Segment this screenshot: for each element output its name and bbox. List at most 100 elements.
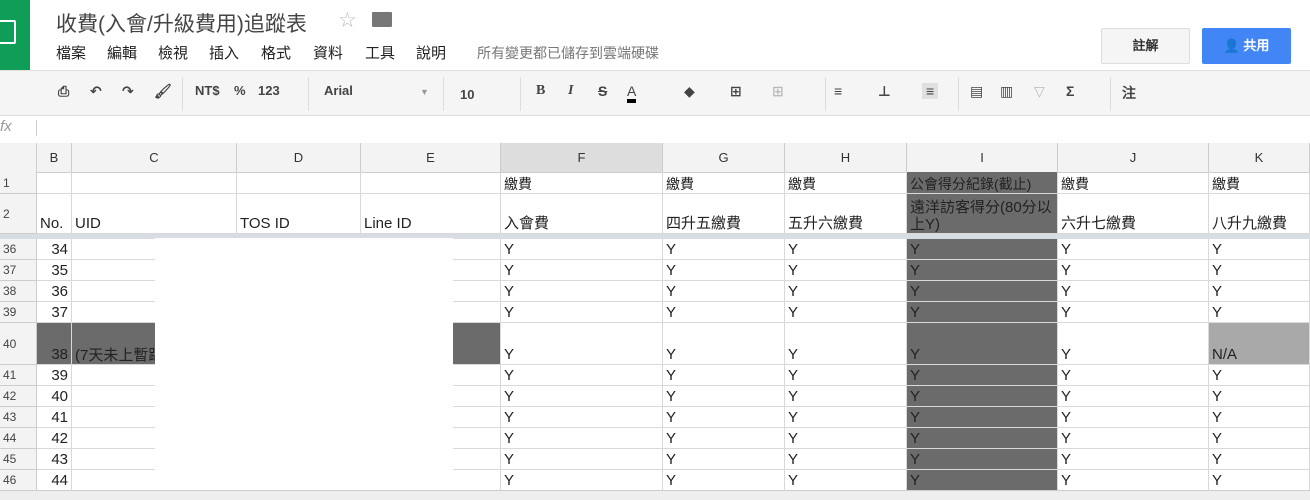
table-cell[interactable]: Y <box>1209 281 1310 302</box>
table-cell[interactable]: Y <box>1209 407 1310 428</box>
table-cell[interactable]: Y <box>663 323 785 365</box>
table-cell[interactable]: 44 <box>37 470 72 491</box>
header-cell[interactable] <box>237 172 361 194</box>
table-cell[interactable]: Y <box>501 470 663 491</box>
table-cell[interactable]: Y <box>501 260 663 281</box>
table-cell[interactable]: Y <box>1058 386 1209 407</box>
table-cell[interactable]: Y <box>907 281 1058 302</box>
star-icon[interactable]: ☆ <box>338 8 357 33</box>
table-cell[interactable]: Y <box>1209 428 1310 449</box>
column-header-d[interactable]: D <box>237 143 361 173</box>
header-cell[interactable]: No. <box>37 194 72 234</box>
column-header-h[interactable]: H <box>785 143 907 173</box>
table-cell[interactable]: 39 <box>37 365 72 386</box>
insert-comment-icon[interactable]: ▤ <box>970 83 983 100</box>
table-cell[interactable]: Y <box>1058 281 1209 302</box>
merge-icon[interactable]: ⊞ <box>772 83 784 100</box>
table-cell[interactable]: Y <box>1058 323 1209 365</box>
menu-file[interactable]: 檔案 <box>56 42 86 63</box>
table-cell[interactable]: Y <box>1058 260 1209 281</box>
table-cell[interactable]: 43 <box>37 449 72 470</box>
column-header-f[interactable]: F <box>501 143 663 173</box>
table-cell[interactable]: Y <box>907 302 1058 323</box>
table-cell[interactable]: Y <box>663 365 785 386</box>
table-cell[interactable]: Y <box>907 323 1058 365</box>
table-cell[interactable]: Y <box>785 281 907 302</box>
table-cell[interactable]: Y <box>785 428 907 449</box>
table-cell[interactable]: Y <box>907 449 1058 470</box>
input-tools-button[interactable]: 注 <box>1122 83 1136 103</box>
menu-format[interactable]: 格式 <box>261 42 291 63</box>
header-cell[interactable] <box>37 172 72 194</box>
font-dropdown[interactable]: Arial <box>324 83 353 98</box>
sheets-logo[interactable] <box>0 0 30 70</box>
table-cell[interactable]: Y <box>1058 449 1209 470</box>
table-cell[interactable]: Y <box>785 323 907 365</box>
table-cell[interactable]: Y <box>501 449 663 470</box>
insert-chart-icon[interactable]: ▥ <box>1000 83 1013 100</box>
select-all-corner[interactable] <box>0 143 37 173</box>
currency-button[interactable]: NT$ <box>195 83 220 98</box>
column-header-b[interactable]: B <box>37 143 72 173</box>
menu-view[interactable]: 檢視 <box>158 42 188 63</box>
table-cell[interactable]: 40 <box>37 386 72 407</box>
header-cell[interactable]: 繳費 <box>663 172 785 194</box>
align-left-icon[interactable]: ≡ <box>834 83 842 99</box>
header-cell[interactable]: 四升五繳費 <box>663 194 785 234</box>
wrap-text-icon[interactable]: ≡ <box>922 83 939 99</box>
table-cell[interactable]: Y <box>1209 386 1310 407</box>
menu-help[interactable]: 說明 <box>416 42 446 63</box>
table-cell[interactable]: Y <box>1209 449 1310 470</box>
table-cell[interactable]: Y <box>501 407 663 428</box>
table-cell[interactable]: Y <box>1209 302 1310 323</box>
table-cell[interactable]: Y <box>1058 407 1209 428</box>
header-cell[interactable]: 繳費 <box>1209 172 1310 194</box>
header-cell[interactable]: 五升六繳費 <box>785 194 907 234</box>
table-cell[interactable]: Y <box>907 260 1058 281</box>
table-cell[interactable]: Y <box>663 470 785 491</box>
table-cell[interactable]: Y <box>663 260 785 281</box>
table-cell[interactable]: 36 <box>37 281 72 302</box>
table-cell[interactable]: Y <box>1058 470 1209 491</box>
table-cell[interactable]: Y <box>501 323 663 365</box>
table-cell[interactable]: Y <box>785 365 907 386</box>
column-header-e[interactable]: E <box>361 143 501 173</box>
text-color-button[interactable]: A <box>627 83 637 103</box>
vertical-align-icon[interactable]: ⊥ <box>878 83 891 100</box>
borders-icon[interactable]: ⊞ <box>730 83 742 100</box>
table-cell[interactable]: Y <box>1058 239 1209 260</box>
table-cell[interactable]: 41 <box>37 407 72 428</box>
table-cell[interactable]: Y <box>1058 302 1209 323</box>
header-cell[interactable]: 八升九繳費 <box>1209 194 1310 234</box>
comments-button[interactable]: 註解 <box>1101 28 1190 64</box>
table-cell[interactable]: Y <box>501 239 663 260</box>
table-cell[interactable]: Y <box>785 407 907 428</box>
table-cell[interactable]: Y <box>907 428 1058 449</box>
table-cell[interactable]: Y <box>1209 260 1310 281</box>
folder-icon[interactable] <box>372 12 392 27</box>
menu-tools[interactable]: 工具 <box>365 42 395 63</box>
table-cell[interactable]: Y <box>785 386 907 407</box>
column-header-c[interactable]: C <box>72 143 237 173</box>
table-cell[interactable]: Y <box>663 281 785 302</box>
paint-format-icon[interactable]: 🖌 <box>154 83 172 100</box>
header-cell[interactable]: 六升七繳費 <box>1058 194 1209 234</box>
share-button[interactable]: 👤 共用 <box>1202 28 1291 64</box>
table-cell[interactable]: Y <box>1209 239 1310 260</box>
table-cell[interactable]: Y <box>785 239 907 260</box>
header-cell[interactable]: 繳費 <box>501 172 663 194</box>
table-cell[interactable]: Y <box>785 470 907 491</box>
table-cell[interactable]: Y <box>663 386 785 407</box>
table-cell[interactable]: 34 <box>37 239 72 260</box>
table-cell[interactable]: Y <box>663 449 785 470</box>
header-cell[interactable]: Line ID <box>361 194 501 234</box>
table-cell[interactable]: Y <box>907 365 1058 386</box>
table-cell[interactable]: Y <box>785 302 907 323</box>
strikethrough-button[interactable]: S <box>598 83 607 99</box>
header-cell[interactable] <box>361 172 501 194</box>
font-size-dropdown[interactable]: 10 <box>460 87 474 102</box>
undo-icon[interactable]: ↶ <box>90 83 102 100</box>
print-icon[interactable]: ⎙ <box>58 83 69 100</box>
formula-bar[interactable] <box>36 120 37 136</box>
table-cell[interactable]: N/A <box>1209 323 1310 365</box>
